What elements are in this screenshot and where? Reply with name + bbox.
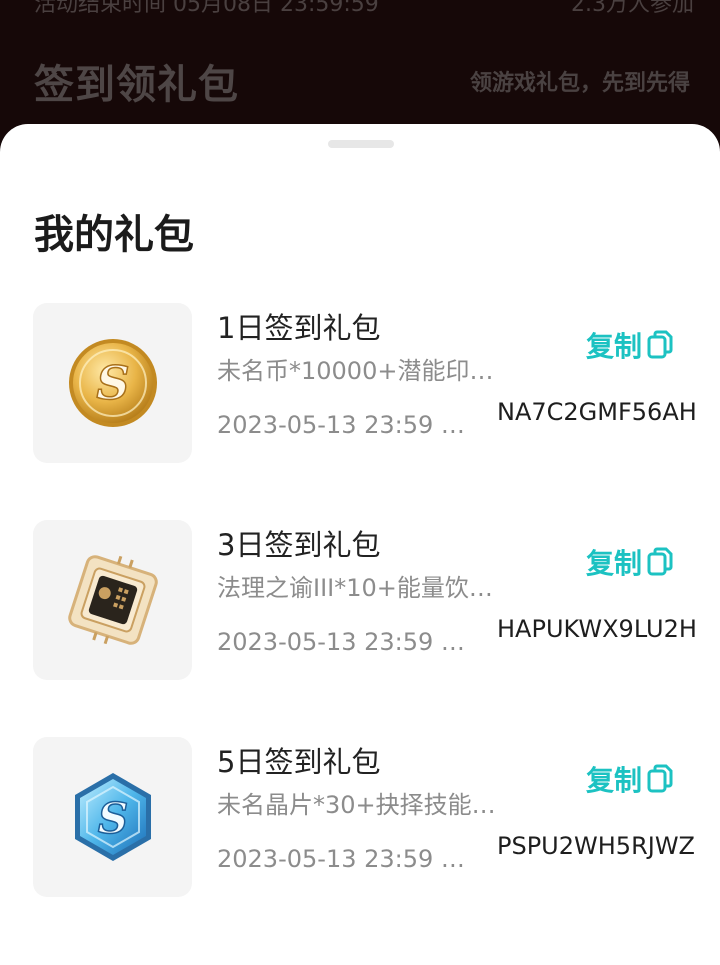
sheet-title: 我的礼包 bbox=[34, 212, 194, 258]
gift-description: 法理之谕III*10+能量饮… bbox=[217, 574, 493, 602]
background-header: 签到领礼包 领游戏礼包，先到先得 bbox=[34, 52, 690, 110]
copy-icon bbox=[647, 330, 673, 359]
copy-icon bbox=[647, 547, 673, 576]
copy-label: 复制 bbox=[586, 764, 643, 797]
copy-label: 复制 bbox=[586, 330, 643, 363]
background-title: 签到领礼包 bbox=[34, 62, 239, 108]
blue-crystal-icon: S bbox=[74, 773, 151, 861]
gift-expire-time: 2023-05-13 23:59 … bbox=[217, 411, 465, 439]
svg-text:S: S bbox=[97, 794, 127, 843]
gold-coin-icon: S bbox=[68, 339, 157, 427]
gift-description: 未名晶片*30+抉择技能… bbox=[217, 791, 496, 819]
copy-icon bbox=[647, 764, 673, 793]
gift-item: S 5日签到礼包 未名晶片*30+抉择技能… 2023-05-13 23:59 … bbox=[0, 737, 720, 899]
my-gifts-sheet: 我的礼包 S 1日签到礼包 未名币*10000+潜能印… 2023-05-13 … bbox=[0, 124, 720, 965]
gift-thumbnail bbox=[33, 520, 192, 680]
copy-label: 复制 bbox=[586, 547, 643, 580]
participant-count: 2.3万人参加 bbox=[571, 0, 694, 17]
gift-item: S 1日签到礼包 未名币*10000+潜能印… 2023-05-13 23:59… bbox=[0, 303, 720, 465]
gift-code: NA7C2GMF56AH bbox=[497, 398, 697, 426]
chip-card-icon bbox=[67, 555, 158, 645]
gift-expire-time: 2023-05-13 23:59 … bbox=[217, 628, 465, 656]
gift-item: 3日签到礼包 法理之谕III*10+能量饮… 2023-05-13 23:59 … bbox=[0, 520, 720, 682]
copy-button[interactable]: 复制 bbox=[586, 325, 674, 365]
gift-thumbnail: S bbox=[33, 303, 192, 463]
background-topline: 活动结束时间 05月08日 23:59:59 2.3万人参加 bbox=[34, 0, 694, 18]
event-end-time: 活动结束时间 05月08日 23:59:59 bbox=[34, 0, 379, 17]
svg-text:S: S bbox=[96, 356, 129, 410]
gift-thumbnail: S bbox=[33, 737, 192, 897]
gift-code: HAPUKWX9LU2H bbox=[497, 615, 697, 643]
gift-name: 3日签到礼包 bbox=[217, 528, 381, 562]
copy-button[interactable]: 复制 bbox=[586, 542, 674, 582]
gift-description: 未名币*10000+潜能印… bbox=[217, 357, 494, 385]
gift-name: 1日签到礼包 bbox=[217, 311, 381, 345]
gift-expire-time: 2023-05-13 23:59 … bbox=[217, 845, 465, 873]
sheet-grabber[interactable] bbox=[328, 140, 394, 148]
background-subtitle: 领游戏礼包，先到先得 bbox=[469, 71, 690, 96]
copy-button[interactable]: 复制 bbox=[586, 759, 674, 799]
gift-code: PSPU2WH5RJWZ bbox=[497, 832, 695, 860]
gift-name: 5日签到礼包 bbox=[217, 745, 381, 779]
